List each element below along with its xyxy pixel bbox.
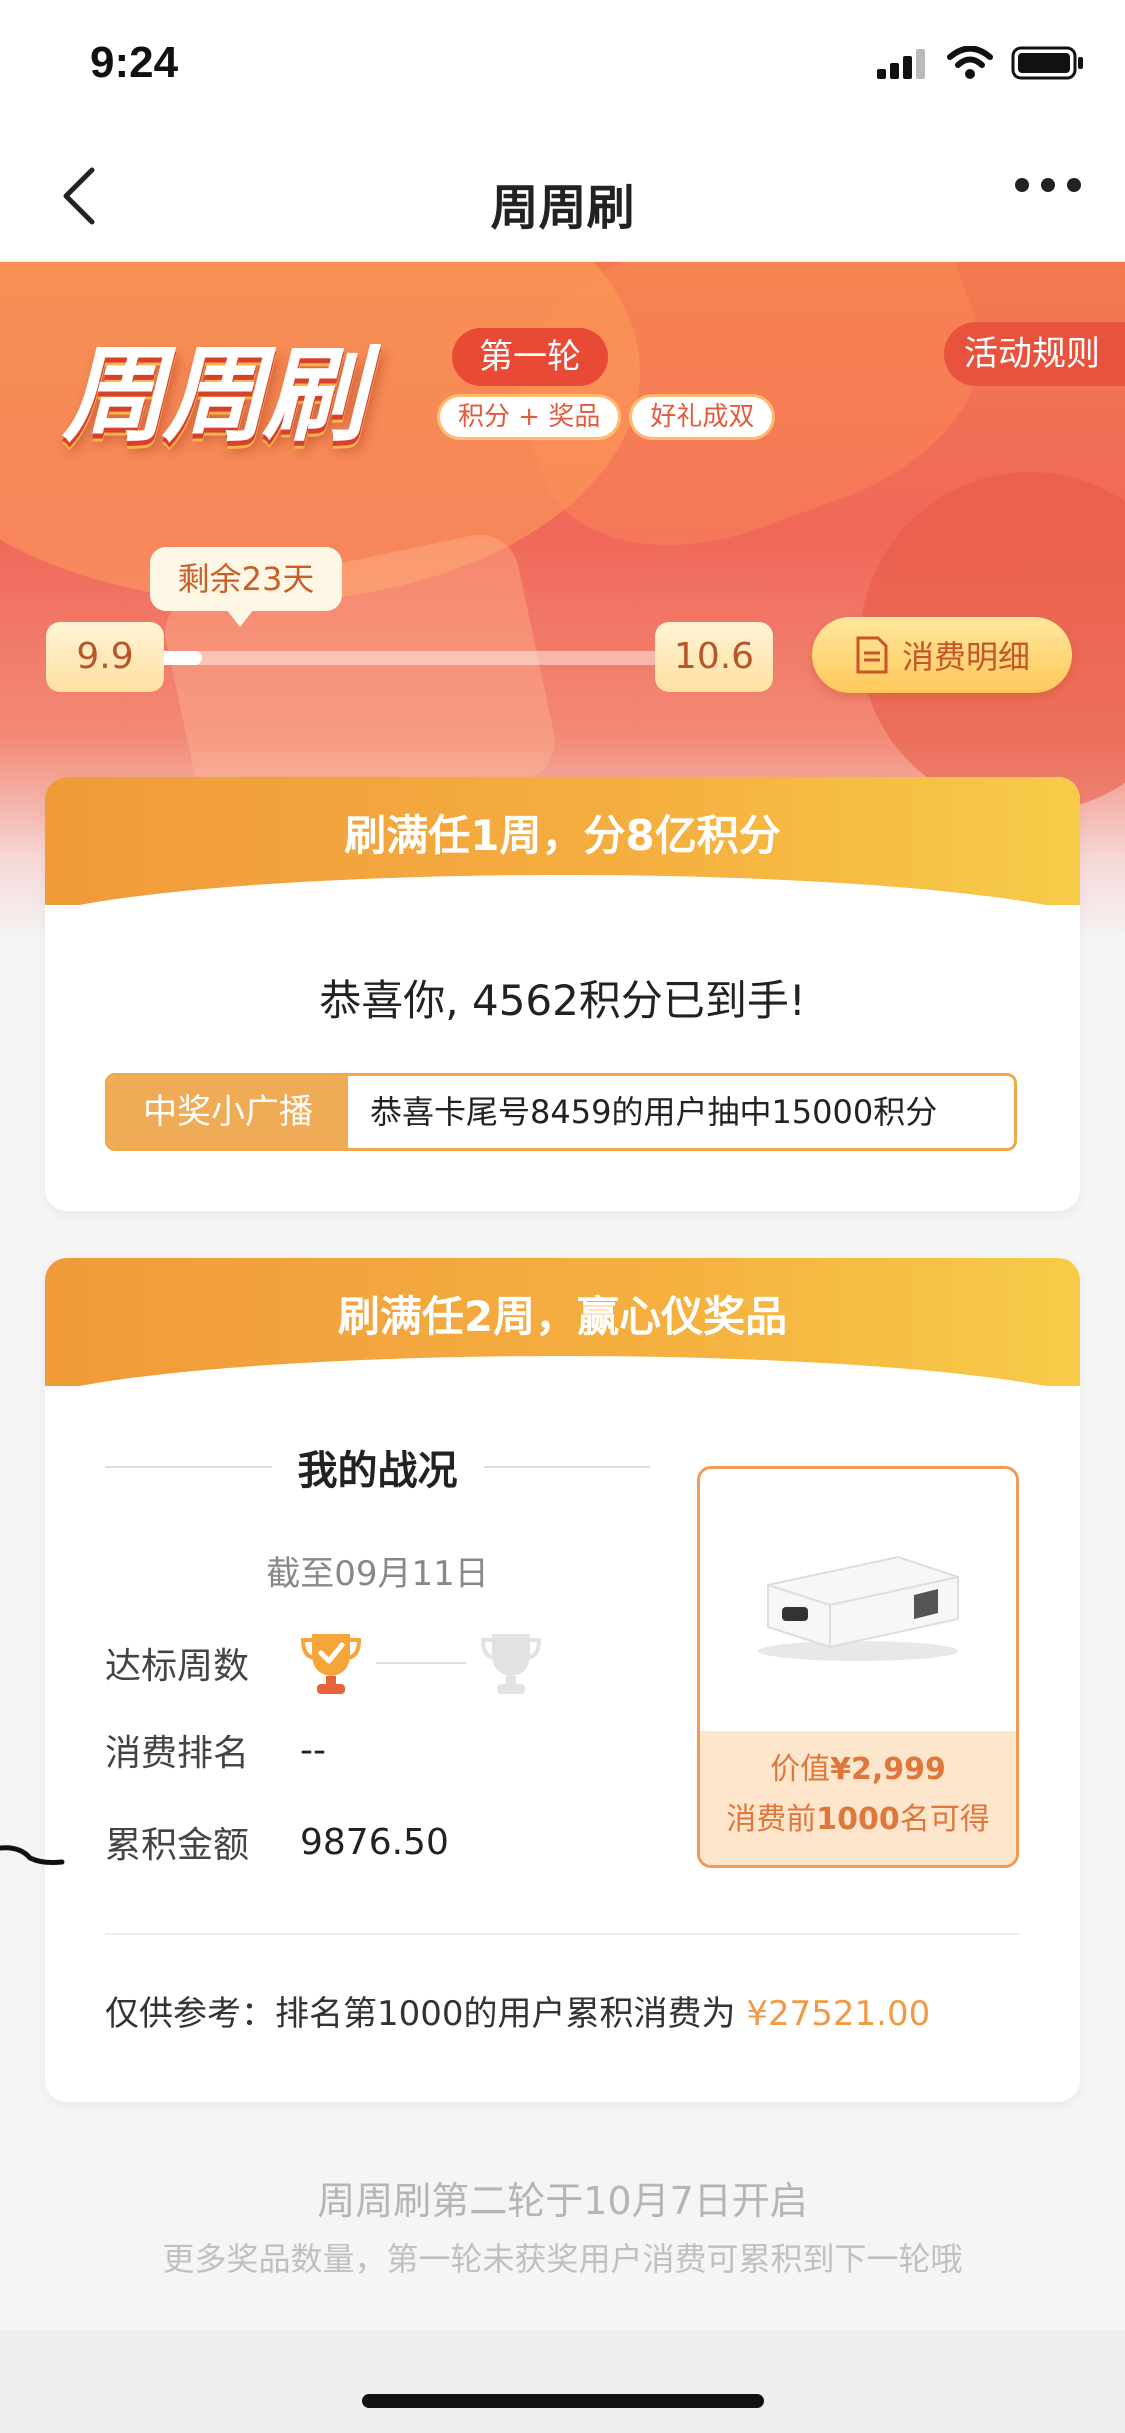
prize-condition-line: 消费前1000名可得 <box>700 1795 1016 1845</box>
document-icon <box>856 636 888 674</box>
rank-value: -- <box>300 1729 326 1771</box>
wifi-icon <box>947 46 993 79</box>
total-value: 9876.50 <box>300 1821 449 1863</box>
progress-track <box>150 651 670 665</box>
page-title: 周周刷 <box>490 180 635 236</box>
total-label: 累积金额 <box>105 1825 250 1866</box>
campaign-tags: 积分 + 奖品 好礼成双 <box>440 397 773 437</box>
prize-cond-prefix: 消费前 <box>726 1802 817 1837</box>
spending-detail-label: 消费明细 <box>901 638 1030 676</box>
end-date: 10.6 <box>655 622 773 692</box>
reference-amount: ¥27521.00 <box>746 1994 931 2034</box>
status-bar: 9:24 <box>0 0 1125 130</box>
start-date: 9.9 <box>46 622 164 692</box>
status-icons <box>877 46 1085 80</box>
week2-card: 刷满任2周，赢心仪奖品 我的战况 截至09月11日 达标周数 消费排名 -- 累… <box>45 1258 1080 2102</box>
week1-card: 刷满任1周，分8亿积分 恭喜你, 4562积分已到手! 中奖小广播 恭喜卡尾号8… <box>45 777 1080 1211</box>
prize-value-line: 价值¥2,999 <box>700 1745 1016 1795</box>
broadcast-text: 恭喜卡尾号8459的用户抽中15000积分 <box>370 1093 938 1131</box>
more-dot-icon <box>1067 178 1081 192</box>
week2-card-header: 刷满任2周，赢心仪奖品 <box>45 1258 1080 1416</box>
projector-image <box>700 1469 1016 1731</box>
scribble-mark <box>0 1845 65 1865</box>
weeks-trophies <box>300 1628 542 1698</box>
more-dot-icon <box>1041 178 1055 192</box>
divider <box>105 1933 1020 1935</box>
next-round-subnotice: 更多奖品数量，第一轮未获奖用户消费可累积到下一轮哦 <box>162 2240 963 2278</box>
home-indicator-area <box>0 2330 1125 2433</box>
week1-card-header: 刷满任1周，分8亿积分 <box>45 777 1080 935</box>
reference-text: 仅供参考：排名第1000的用户累积消费为 <box>105 1994 736 2034</box>
spending-detail-button[interactable]: 消费明细 <box>812 617 1072 693</box>
prize-cond-suffix: 名可得 <box>899 1802 990 1837</box>
prize-info: 价值¥2,999 消费前1000名可得 <box>700 1731 1016 1865</box>
weeks-label: 达标周数 <box>105 1646 250 1687</box>
broadcast-label: 中奖小广播 <box>108 1076 348 1148</box>
round-badge: 第一轮 <box>452 328 608 386</box>
campaign-logo: 周周刷 <box>62 334 366 456</box>
prize-value: ¥2,999 <box>830 1752 946 1787</box>
trophy-pending-icon <box>480 1634 542 1694</box>
reference-line: 仅供参考：排名第1000的用户累积消费为 ¥27521.00 <box>105 1986 930 2035</box>
winner-broadcast: 中奖小广播 恭喜卡尾号8459的用户抽中15000积分 <box>105 1073 1017 1151</box>
rank-row: 消费排名 -- <box>105 1724 326 1776</box>
more-button[interactable] <box>1015 178 1081 192</box>
as-of-date: 截至09月11日 <box>266 1554 489 1594</box>
prize-card[interactable]: 价值¥2,999 消费前1000名可得 <box>697 1466 1019 1868</box>
my-status-heading: 我的战况 <box>105 1438 650 1496</box>
week1-title: 刷满任1周，分8亿积分 <box>344 811 781 860</box>
total-row: 累积金额 9876.50 <box>105 1816 449 1868</box>
battery-icon <box>1011 46 1083 80</box>
week2-title: 刷满任2周，赢心仪奖品 <box>337 1292 788 1341</box>
prize-value-prefix: 价值 <box>770 1752 831 1787</box>
congrats-text: 恭喜你, 4562积分已到手! <box>319 976 806 1025</box>
more-dot-icon <box>1015 178 1029 192</box>
weeks-row: 达标周数 <box>105 1628 542 1698</box>
next-round-notice: 周周刷第二轮于10月7日开启 <box>317 2179 808 2223</box>
rank-label: 消费排名 <box>105 1733 250 1774</box>
projector-icon <box>758 1555 959 1661</box>
home-indicator[interactable] <box>362 2394 764 2408</box>
remaining-days-tooltip: 剩余23天 <box>150 547 342 627</box>
tag-double-gifts: 好礼成双 <box>632 397 773 437</box>
prize-cond-num: 1000 <box>816 1802 900 1837</box>
my-status-title: 我的战况 <box>297 1448 458 1494</box>
nav-bar: 周周刷 <box>0 130 1125 262</box>
status-time: 9:24 <box>90 38 179 87</box>
trophy-achieved-icon <box>300 1634 362 1694</box>
tag-points-prizes: 积分 + 奖品 <box>440 397 619 437</box>
signal-icon <box>877 49 925 79</box>
rules-button[interactable]: 活动规则 <box>944 322 1125 386</box>
